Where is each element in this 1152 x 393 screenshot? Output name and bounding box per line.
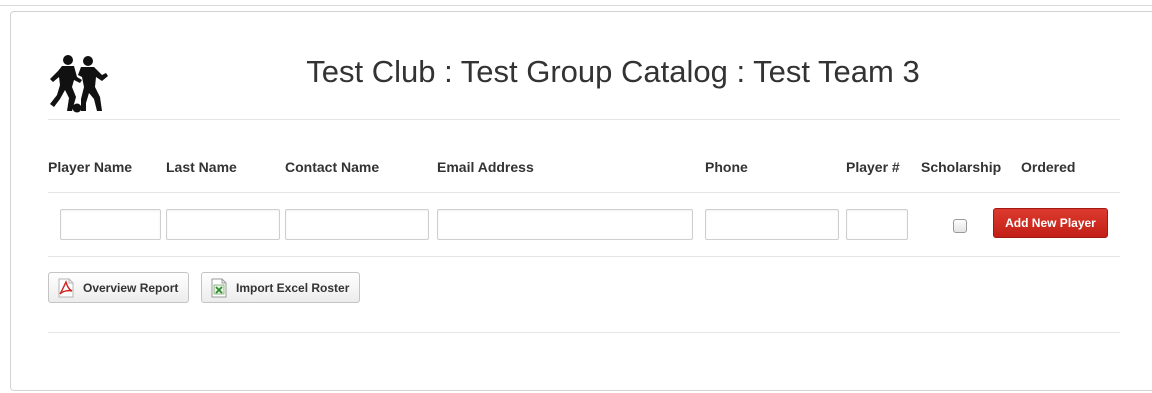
col-header-player-name: Player Name xyxy=(48,159,133,175)
email-input[interactable] xyxy=(437,209,693,240)
roster-panel: Test Club : Test Group Catalog : Test Te… xyxy=(10,11,1152,391)
col-header-last-name: Last Name xyxy=(166,159,237,175)
input-row-divider xyxy=(48,256,1120,257)
col-header-email: Email Address xyxy=(437,159,534,175)
col-header-player-number: Player # xyxy=(846,159,900,175)
last-name-input[interactable] xyxy=(166,209,280,240)
excel-icon xyxy=(211,278,227,297)
overview-report-label: Overview Report xyxy=(83,280,179,295)
player-name-input[interactable] xyxy=(60,209,161,240)
toolbar-divider xyxy=(48,332,1120,333)
import-excel-roster-label: Import Excel Roster xyxy=(236,280,350,295)
col-header-phone: Phone xyxy=(705,159,748,175)
page-header: Test Club : Test Group Catalog : Test Te… xyxy=(48,48,1120,120)
col-header-scholarship: Scholarship xyxy=(921,159,1002,175)
pdf-icon xyxy=(58,278,74,297)
top-border xyxy=(0,5,1152,6)
header-divider xyxy=(48,119,1120,120)
col-header-contact-name: Contact Name xyxy=(285,159,380,175)
col-header-ordered: Ordered xyxy=(1021,159,1076,175)
add-new-player-button[interactable]: Add New Player xyxy=(993,208,1108,238)
scholarship-checkbox[interactable] xyxy=(953,219,967,233)
page-title: Test Club : Test Group Catalog : Test Te… xyxy=(306,54,920,89)
overview-report-button[interactable]: Overview Report xyxy=(48,272,189,303)
phone-input[interactable] xyxy=(705,209,839,240)
player-number-input[interactable] xyxy=(846,209,908,240)
columns-divider xyxy=(48,192,1120,193)
contact-name-input[interactable] xyxy=(285,209,429,240)
import-excel-roster-button[interactable]: Import Excel Roster xyxy=(201,272,360,303)
